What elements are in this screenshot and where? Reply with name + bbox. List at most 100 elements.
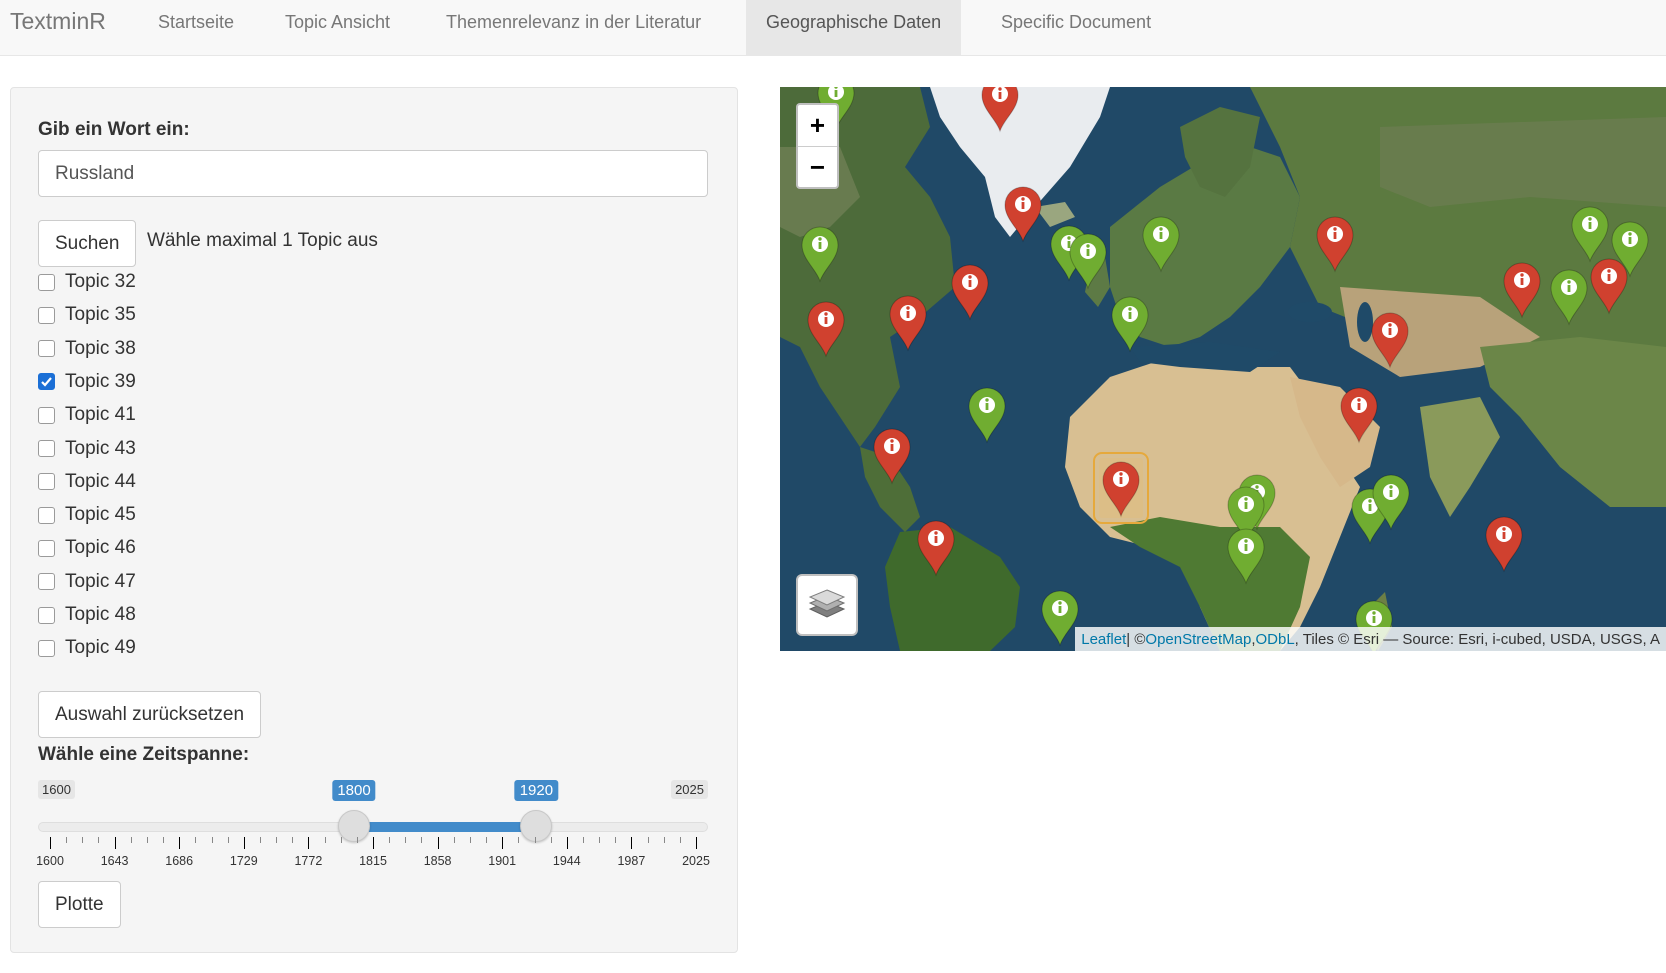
slider-minor-tick xyxy=(582,837,584,843)
green-map-marker[interactable] xyxy=(1066,230,1110,290)
checkbox[interactable] xyxy=(38,440,55,457)
topic-checkbox-row[interactable]: Topic 32 xyxy=(38,267,136,297)
tab-themenrelevanz[interactable]: Themenrelevanz in der Literatur xyxy=(426,0,721,56)
slider-major-tick xyxy=(566,837,568,849)
slider-major-tick xyxy=(437,837,439,849)
slider-major-tick xyxy=(50,837,51,849)
odbl-link[interactable]: ODbL xyxy=(1255,631,1294,648)
slider-tick-label: 1772 xyxy=(294,854,323,868)
checkbox[interactable] xyxy=(38,606,55,624)
topic-checkbox-row[interactable]: Topic 45 xyxy=(38,500,136,530)
topic-label: Topic 47 xyxy=(65,570,136,592)
timespan-slider[interactable]: 1600 2025 1800 1920 1600 1643 1686 1729 1772… xyxy=(36,698,710,868)
green-map-marker[interactable] xyxy=(1139,213,1183,273)
topic-checkbox-row[interactable]: Topic 35 xyxy=(38,300,136,330)
green-map-marker[interactable] xyxy=(1568,203,1612,263)
red-map-marker[interactable] xyxy=(978,87,1022,133)
info-marker-icon xyxy=(1590,258,1628,315)
topic-checkbox-row[interactable]: Topic 41 xyxy=(38,400,136,430)
world-map[interactable]: + − Leaflet | © OpenStreetMap , ODbL , T… xyxy=(780,87,1666,651)
topic-hint: Wähle maximal 1 Topic aus xyxy=(147,230,378,251)
info-marker-icon xyxy=(1069,233,1107,290)
green-map-marker[interactable] xyxy=(798,223,842,283)
red-map-marker[interactable] xyxy=(1587,255,1631,315)
word-input[interactable] xyxy=(38,150,708,197)
topic-checkbox-row[interactable]: Topic 48 xyxy=(38,600,136,630)
checkbox[interactable] xyxy=(38,406,55,424)
leaflet-link[interactable]: Leaflet xyxy=(1081,631,1126,648)
red-map-marker[interactable] xyxy=(1368,309,1412,369)
topic-label: Topic 45 xyxy=(65,504,136,526)
zoom-in-button[interactable]: + xyxy=(798,105,837,146)
info-marker-icon xyxy=(1111,296,1149,353)
layers-icon xyxy=(808,589,846,618)
slider-minor-tick xyxy=(405,837,407,843)
slider-max-label: 2025 xyxy=(671,780,708,799)
red-map-marker[interactable] xyxy=(948,261,992,321)
green-map-marker[interactable] xyxy=(1224,525,1268,585)
info-marker-icon xyxy=(1316,216,1354,273)
red-map-marker[interactable] xyxy=(1500,259,1544,319)
green-map-marker[interactable] xyxy=(965,384,1009,444)
slider-minor-tick xyxy=(599,837,601,843)
slider-minor-tick xyxy=(647,837,649,843)
checkbox[interactable] xyxy=(38,306,55,324)
slider-minor-tick xyxy=(550,837,552,843)
app-brand[interactable]: TextminR xyxy=(10,8,106,35)
plot-button[interactable]: Plotte xyxy=(38,881,121,928)
search-button[interactable]: Suchen xyxy=(38,220,137,267)
tab-geographische-daten[interactable]: Geographische Daten xyxy=(746,0,962,56)
red-map-marker[interactable] xyxy=(1337,384,1381,444)
checkbox[interactable] xyxy=(38,506,55,524)
navbar: TextminR Startseite Topic Ansicht Themen… xyxy=(0,0,1666,56)
topic-label: Topic 41 xyxy=(65,404,136,426)
slider-minor-tick xyxy=(421,837,423,843)
slider-minor-tick xyxy=(66,837,68,843)
checkbox[interactable] xyxy=(38,473,55,491)
red-map-marker[interactable] xyxy=(1482,513,1526,573)
checkbox[interactable] xyxy=(38,573,55,591)
slider-minor-tick xyxy=(663,837,665,843)
checkbox[interactable] xyxy=(38,340,55,358)
tab-specific-document[interactable]: Specific Document xyxy=(981,0,1171,56)
slider-to-handle[interactable] xyxy=(520,810,553,842)
slider-major-tick xyxy=(696,837,697,849)
red-map-marker[interactable] xyxy=(804,298,848,358)
openstreetmap-link[interactable]: OpenStreetMap xyxy=(1145,631,1251,648)
checkbox-checked[interactable] xyxy=(38,373,55,391)
checkbox[interactable] xyxy=(38,273,55,291)
slider-minor-tick xyxy=(130,837,132,843)
topic-label: Topic 46 xyxy=(65,537,136,559)
slider-tick-label: 1643 xyxy=(100,854,129,868)
slider-minor-tick xyxy=(469,837,471,843)
checkbox[interactable] xyxy=(38,539,55,557)
topic-checkbox-row[interactable]: Topic 46 xyxy=(38,533,136,563)
green-map-marker[interactable] xyxy=(1547,266,1591,326)
topic-checkbox-row[interactable]: Topic 38 xyxy=(38,334,136,364)
red-map-marker[interactable] xyxy=(914,517,958,577)
red-map-marker[interactable] xyxy=(870,425,914,485)
topic-checkbox-row[interactable]: Topic 47 xyxy=(38,567,136,597)
slider-minor-tick xyxy=(486,837,488,843)
tab-startseite[interactable]: Startseite xyxy=(138,0,254,56)
green-map-marker[interactable] xyxy=(1369,471,1413,531)
slider-selected-range xyxy=(354,822,537,832)
tab-topic-ansicht[interactable]: Topic Ansicht xyxy=(265,0,410,56)
topic-checkbox-row[interactable]: Topic 43 xyxy=(38,434,136,464)
red-map-marker[interactable] xyxy=(886,292,930,352)
red-map-marker[interactable] xyxy=(1001,183,1045,243)
topic-checkbox-row[interactable]: Topic 49 xyxy=(38,633,136,663)
red-map-marker[interactable] xyxy=(1313,213,1357,273)
info-marker-icon xyxy=(981,87,1019,133)
red-map-marker[interactable] xyxy=(1093,452,1149,524)
slider-minor-tick xyxy=(211,837,213,843)
topic-checkbox-row[interactable]: Topic 39 xyxy=(38,367,136,397)
topic-checkbox-row[interactable]: Topic 44 xyxy=(38,467,136,497)
slider-major-tick xyxy=(179,837,181,849)
layers-control-button[interactable] xyxy=(796,574,858,636)
green-map-marker[interactable] xyxy=(1108,293,1152,353)
zoom-out-button[interactable]: − xyxy=(798,146,837,187)
slider-minor-tick xyxy=(227,837,229,843)
slider-from-handle[interactable] xyxy=(338,810,370,842)
checkbox[interactable] xyxy=(38,639,55,657)
